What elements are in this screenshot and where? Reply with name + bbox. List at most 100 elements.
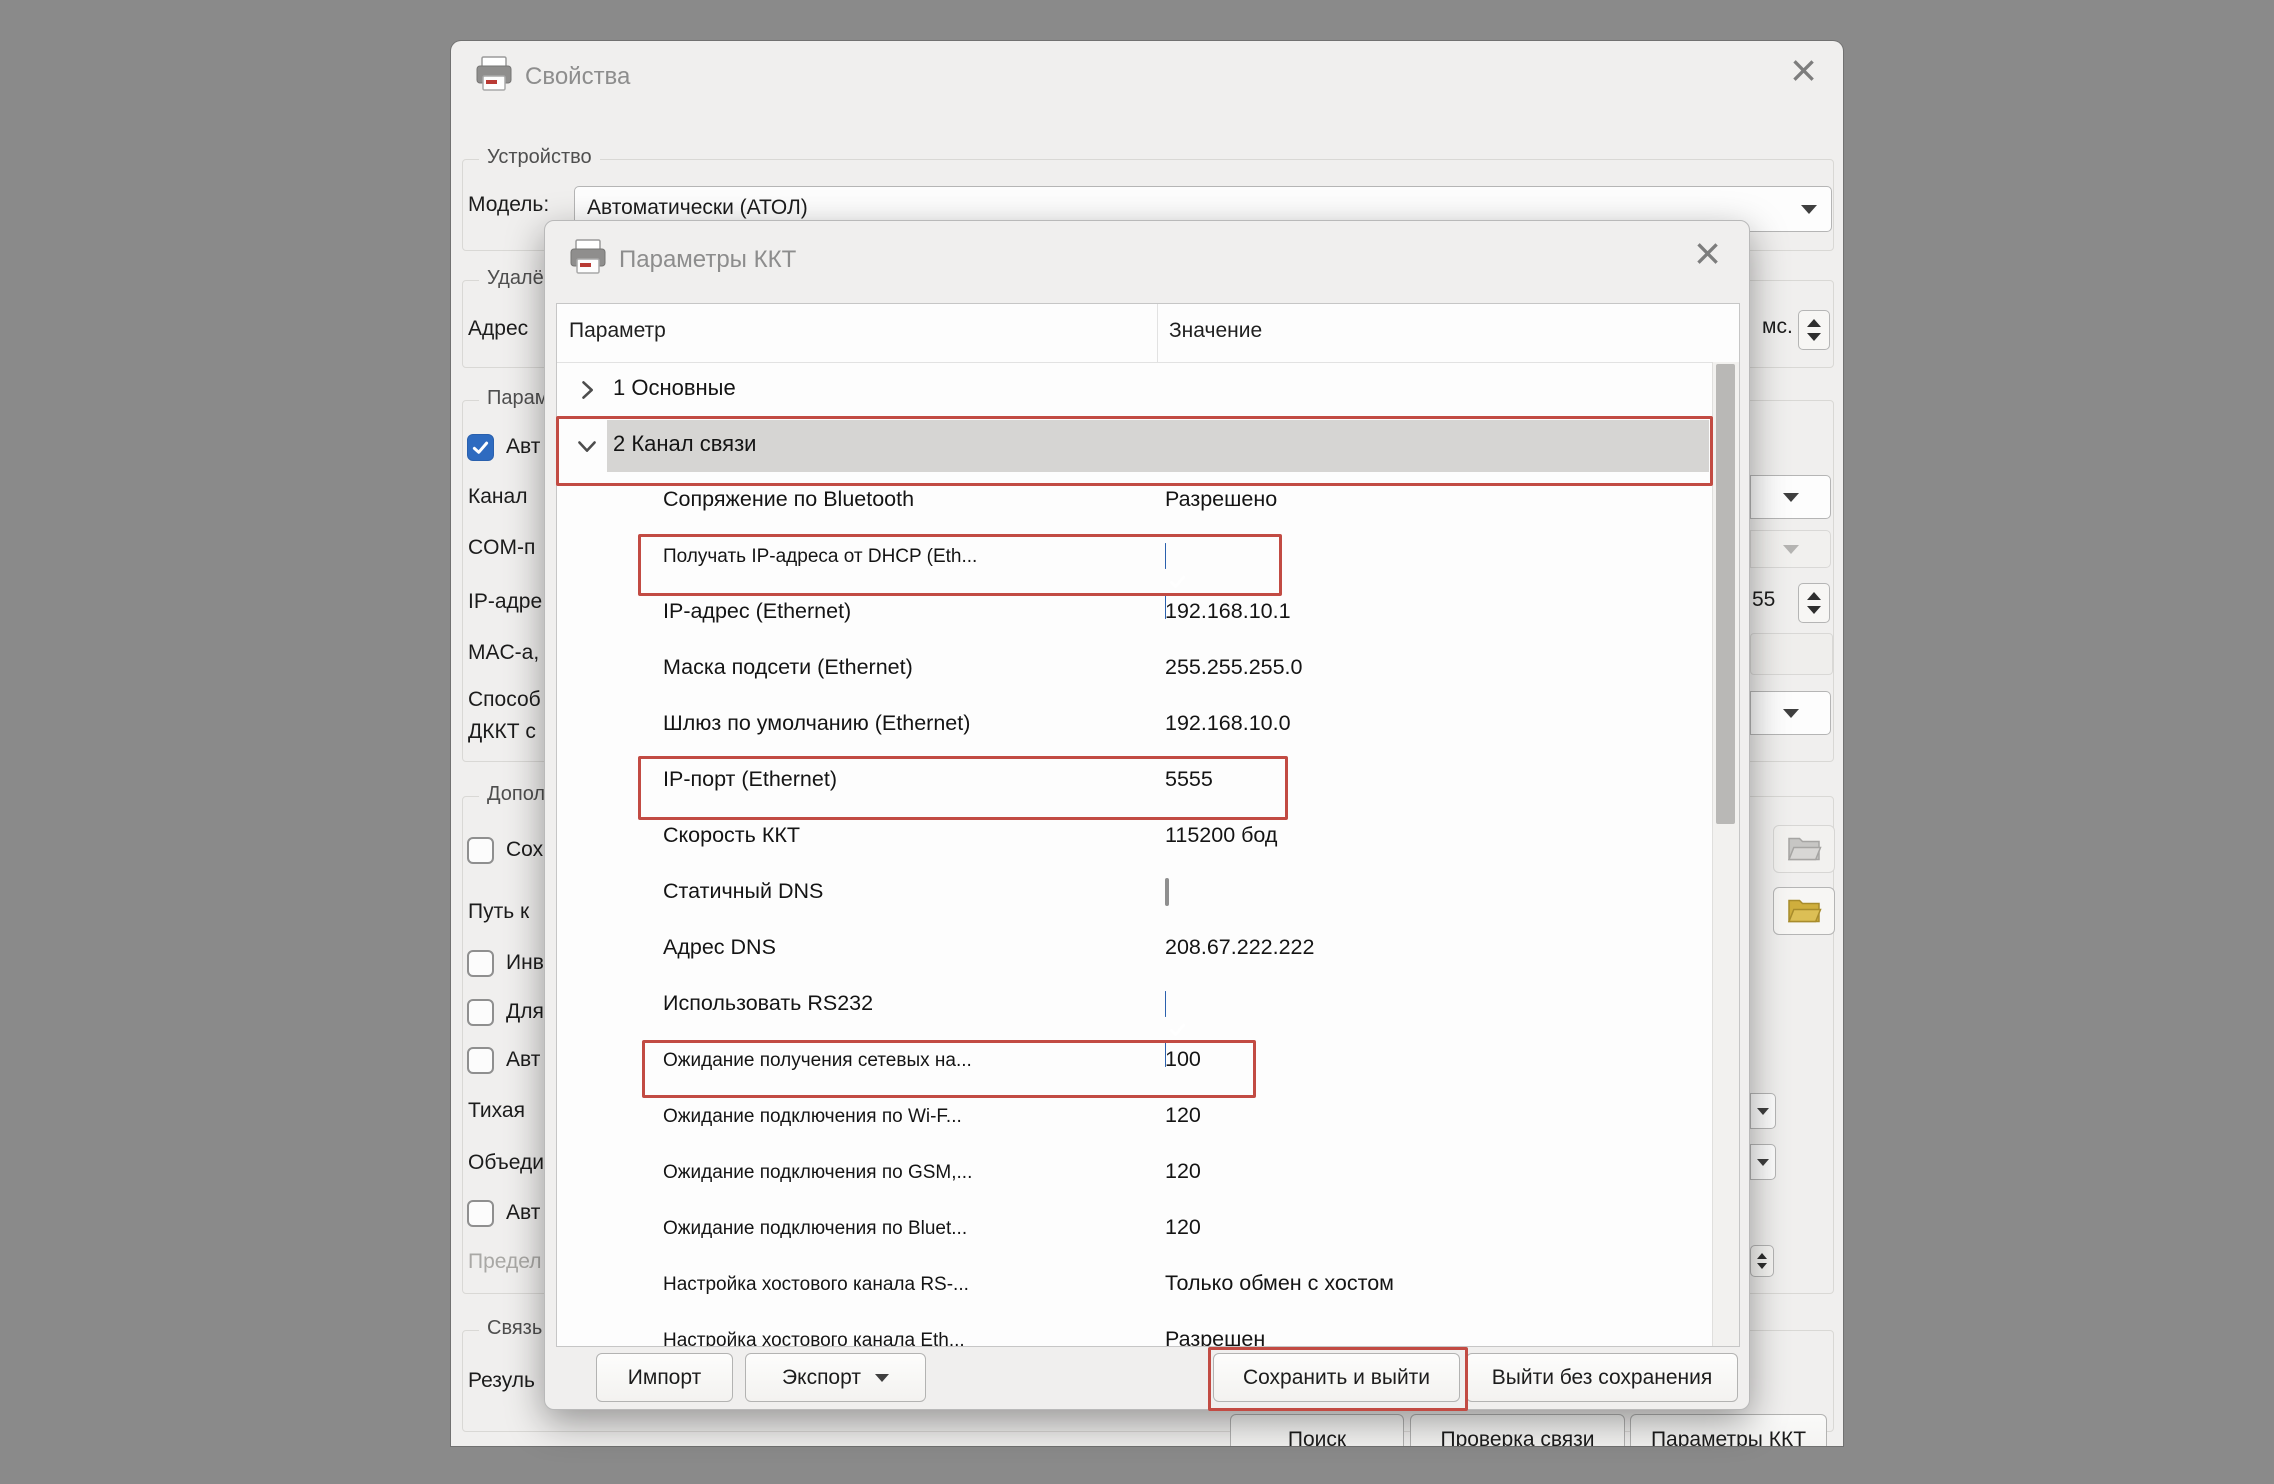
ms-spinner[interactable] xyxy=(1798,310,1830,350)
folder-browse-button-disabled xyxy=(1773,825,1835,873)
left-item-label: Способ xyxy=(468,688,541,712)
left-item-label: IP-адре xyxy=(468,590,542,614)
left-item-label: Предел xyxy=(468,1250,541,1274)
parameter-value[interactable]: 120 xyxy=(1165,1159,1201,1184)
kkt-dialog-titlebar[interactable]: Параметры ККТ × xyxy=(545,221,1749,291)
table-row[interactable]: Статичный DNS xyxy=(557,866,1713,922)
close-icon[interactable]: × xyxy=(1694,230,1721,276)
parameter-name: Адрес DNS xyxy=(663,935,776,960)
checkbox-unchecked[interactable] xyxy=(467,1047,494,1074)
exit-without-saving-button[interactable]: Выйти без сохранения xyxy=(1466,1353,1738,1402)
limit-spinner xyxy=(1750,1245,1774,1277)
kkt-parameters-button-label: Параметры ККТ xyxy=(1651,1428,1806,1446)
parameter-name: Сопряжение по Bluetooth xyxy=(663,487,914,512)
table-row[interactable]: Адрес DNS 208.67.222.222 xyxy=(557,922,1713,978)
chevron-down-icon xyxy=(1783,493,1799,502)
parameter-name: IP-порт (Ethernet) xyxy=(663,767,837,792)
table-row[interactable]: Сопряжение по Bluetooth Разрешено xyxy=(557,474,1713,530)
parameter-value[interactable]: 192.168.10.1 xyxy=(1165,599,1291,624)
table-row[interactable]: 1 Основные xyxy=(557,362,1713,418)
left-item-label: Путь к xyxy=(468,900,529,924)
table-row[interactable]: Шлюз по умолчанию (Ethernet) 192.168.10.0 xyxy=(557,698,1713,754)
link-group-label: Связь xyxy=(479,1317,550,1340)
left-item-5: MAC-а, xyxy=(468,639,539,667)
properties-titlebar[interactable]: Свойства × xyxy=(451,41,1843,111)
parameter-value[interactable]: Разрешен xyxy=(1165,1327,1265,1347)
table-row[interactable]: IP-адрес (Ethernet)192.168.10.1 xyxy=(557,586,1713,642)
export-button[interactable]: Экспорт xyxy=(745,1353,926,1402)
import-button-label: Импорт xyxy=(628,1366,701,1390)
table-row[interactable]: Маска подсети (Ethernet) 255.255.255.0 xyxy=(557,642,1713,698)
chevron-down-icon[interactable] xyxy=(573,432,601,460)
left-item-15: Авт xyxy=(467,1199,540,1227)
table-row[interactable]: Ожидание подключения по GSM,...120 xyxy=(557,1146,1713,1202)
parameter-name: Настройка хостового канала Eth... xyxy=(663,1330,965,1347)
parameter-value[interactable]: Только обмен с хостом xyxy=(1165,1271,1394,1296)
parameter-value[interactable]: 120 xyxy=(1165,1215,1201,1240)
left-item-8: Сох xyxy=(467,836,543,864)
checkbox-unchecked[interactable] xyxy=(467,837,494,864)
import-button[interactable]: Импорт xyxy=(596,1353,733,1402)
left-item-14: Объеди xyxy=(468,1149,544,1177)
column-header-value: Значение xyxy=(1169,319,1262,343)
parameter-value[interactable]: 5555 xyxy=(1165,767,1213,792)
left-item-label: Объеди xyxy=(468,1151,544,1175)
table-row[interactable]: Ожидание подключения по Bluet...120 xyxy=(557,1202,1713,1258)
left-item-0: Адрес xyxy=(468,315,528,343)
table-row[interactable]: Скорость ККТ115200 бод xyxy=(557,810,1713,866)
checkbox-unchecked[interactable] xyxy=(467,999,494,1026)
table-row[interactable]: 2 Канал связи xyxy=(557,418,1713,474)
check-connection-button[interactable]: Проверка связи xyxy=(1410,1414,1625,1446)
checkbox-unchecked[interactable] xyxy=(467,1200,494,1227)
kkt-parameters-button[interactable]: Параметры ККТ xyxy=(1630,1414,1827,1446)
chevron-right-icon[interactable] xyxy=(573,376,601,404)
kkt-parameter-table: Параметр Значение 1 Основные2 Канал связ… xyxy=(556,303,1740,1347)
left-item-label: Инв xyxy=(506,951,544,975)
printer-icon xyxy=(567,238,609,276)
table-row[interactable]: Настройка хостового канала Eth... Разреше… xyxy=(557,1314,1713,1347)
left-item-label: Канал xyxy=(468,485,527,509)
chevron-down-icon xyxy=(1783,709,1799,718)
parameter-value[interactable]: 255.255.255.0 xyxy=(1165,655,1303,680)
selected-row-highlight xyxy=(607,420,1709,472)
parameter-name: Шлюз по умолчанию (Ethernet) xyxy=(663,711,970,736)
parameter-value[interactable]: 192.168.10.0 xyxy=(1165,711,1291,736)
table-row[interactable]: Настройка хостового канала RS-... Только … xyxy=(557,1258,1713,1314)
vertical-scrollbar[interactable] xyxy=(1712,362,1739,1346)
close-icon[interactable]: × xyxy=(1790,47,1817,93)
window-title: Свойства xyxy=(525,63,630,91)
left-item-label: Адрес xyxy=(468,317,528,341)
table-row[interactable]: Использовать RS232 xyxy=(557,978,1713,1034)
table-row[interactable]: Получать IP-адреса от DHCP (Eth... xyxy=(557,530,1713,586)
scrollbar-thumb[interactable] xyxy=(1716,364,1735,824)
checkbox-unchecked[interactable] xyxy=(1165,878,1169,906)
additional-group-label: Допол xyxy=(479,783,553,806)
merge-combobox-arrow[interactable] xyxy=(1750,1144,1776,1180)
channel-combobox-arrow[interactable] xyxy=(1750,475,1831,519)
parameter-value[interactable]: 100 xyxy=(1165,1047,1201,1072)
parameter-value[interactable]: Разрешено xyxy=(1165,487,1277,512)
dkkt-combobox-arrow[interactable] xyxy=(1750,691,1831,735)
parameter-value[interactable]: 120 xyxy=(1165,1103,1201,1128)
checkbox-unchecked[interactable] xyxy=(467,950,494,977)
left-item-12: Авт xyxy=(467,1046,540,1074)
model-label: Модель: xyxy=(468,193,549,217)
left-item-3: COM-п xyxy=(468,534,535,562)
parameter-value[interactable]: 208.67.222.222 xyxy=(1165,935,1314,960)
search-button[interactable]: Поиск xyxy=(1230,1414,1404,1446)
port-spinner[interactable] xyxy=(1798,583,1830,623)
printer-icon xyxy=(473,55,515,93)
folder-browse-button[interactable] xyxy=(1773,887,1835,935)
parameter-value[interactable]: 115200 бод xyxy=(1165,823,1277,848)
save-and-exit-button[interactable]: Сохранить и выйти xyxy=(1213,1353,1460,1402)
checkbox-checked[interactable] xyxy=(467,434,494,461)
table-row[interactable]: Ожидание получения сетевых на...100 xyxy=(557,1034,1713,1090)
left-item-label: Авт xyxy=(506,435,540,459)
parameter-name: Настройка хостового канала RS-... xyxy=(663,1274,969,1296)
parameter-name: Маска подсети (Ethernet) xyxy=(663,655,913,680)
table-row[interactable]: Ожидание подключения по Wi-F...120 xyxy=(557,1090,1713,1146)
left-item-label: Резуль xyxy=(468,1369,535,1393)
chevron-down-icon xyxy=(1783,545,1799,554)
quiet-mode-combobox-arrow[interactable] xyxy=(1750,1093,1776,1129)
table-row[interactable]: IP-порт (Ethernet) 5555 xyxy=(557,754,1713,810)
